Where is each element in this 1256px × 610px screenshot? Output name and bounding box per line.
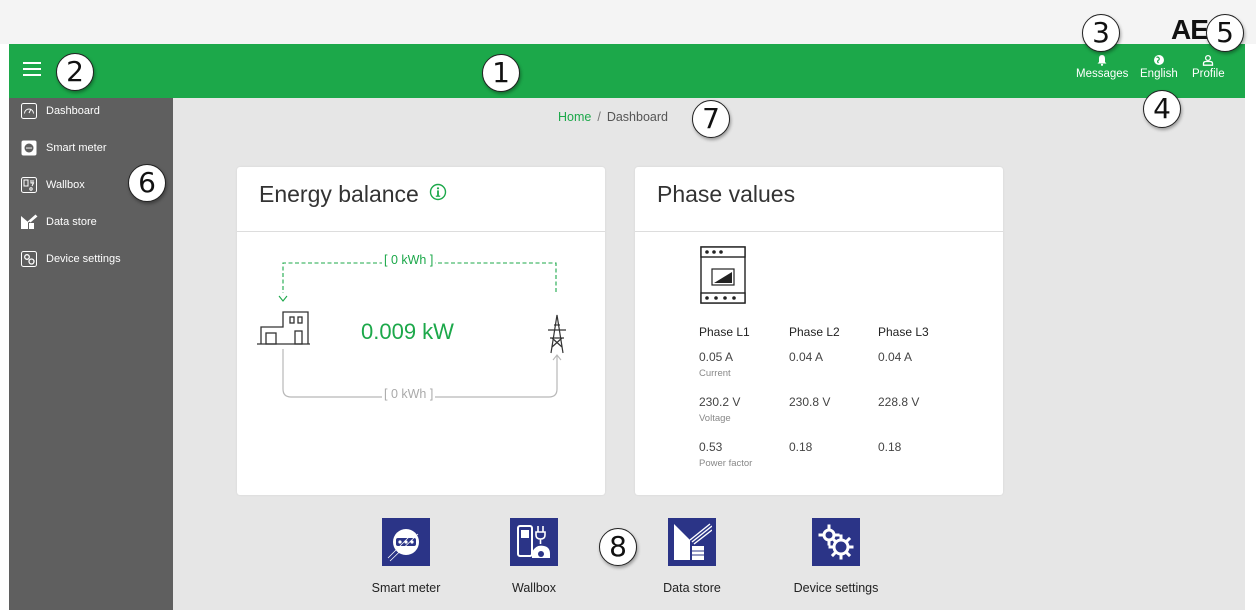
wallbox-icon [20, 176, 38, 194]
current-power-value: 0.009 kW [361, 319, 454, 344]
globe-icon [1153, 55, 1164, 65]
hamburger-line [23, 62, 41, 64]
smart-meter-icon [382, 518, 430, 566]
menu-toggle-button[interactable] [23, 62, 41, 76]
current-l1-value: 0.05 A [699, 350, 734, 364]
brand-logo: AE [1171, 14, 1209, 45]
voltage-row-label: Voltage [699, 413, 731, 424]
breadcrumb-home-link[interactable]: Home [558, 110, 591, 124]
sidebar-item-data-store[interactable]: Data store [20, 211, 97, 233]
language-selector[interactable]: English [1140, 54, 1178, 80]
callout-6: 6 [128, 164, 166, 202]
phase-l1-header: Phase L1 [699, 325, 750, 339]
header-bar: AE Messages English Profile [9, 14, 1245, 98]
user-icon [1203, 54, 1214, 66]
gears-icon [812, 518, 860, 566]
hamburger-line [23, 74, 41, 76]
current-l3-value: 0.04 A [878, 350, 913, 364]
profile-button[interactable]: Profile [1192, 54, 1225, 80]
sidebar-item-label: Device settings [46, 253, 121, 265]
power-factor-l2-value: 0.18 [789, 440, 813, 454]
callout-1: 1 [482, 54, 520, 92]
callout-3: 3 [1082, 14, 1120, 52]
tile-data-store[interactable]: Data store [632, 518, 752, 595]
data-store-icon [668, 518, 716, 566]
power-factor-l1-value: 0.53 [699, 440, 723, 454]
voltage-l2-value: 230.8 V [789, 395, 831, 409]
top-strip [0, 0, 1256, 44]
gauge-icon [20, 102, 38, 120]
energy-balance-card: Energy balance [0 kWh] 0.009 kW [0 kW… [237, 167, 605, 495]
profile-label: Profile [1192, 68, 1225, 80]
sidebar-item-label: Wallbox [46, 179, 85, 191]
sidebar-item-label: Data store [46, 216, 97, 228]
messages-label: Messages [1076, 68, 1129, 80]
callout-7: 7 [692, 100, 730, 138]
language-label: English [1140, 68, 1178, 80]
messages-button[interactable]: Messages [1076, 54, 1128, 80]
breadcrumb: Home / Dashboard [558, 110, 668, 124]
flow-top-arrow [278, 295, 288, 302]
breadcrumb-current: Dashboard [606, 110, 668, 124]
smart-meter-icon [20, 139, 38, 157]
flow-top-line [282, 262, 557, 293]
power-factor-row-label: Power factor [699, 458, 753, 469]
meter-device-icon [700, 246, 746, 304]
callout-8: 8 [599, 528, 637, 566]
card-divider [635, 231, 1003, 232]
phase-l3-header: Phase L3 [878, 325, 929, 339]
sidebar-item-dashboard[interactable]: Dashboard [20, 100, 100, 122]
voltage-l1-value: 230.2 V [699, 395, 741, 409]
wallbox-icon [510, 518, 558, 566]
grid-pylon-icon [548, 314, 566, 354]
sidebar-item-wallbox[interactable]: Wallbox [20, 174, 85, 196]
tile-device-settings[interactable]: Device settings [776, 518, 896, 595]
voltage-l3-value: 228.8 V [878, 395, 920, 409]
power-factor-l3-value: 0.18 [878, 440, 902, 454]
bell-icon [1097, 55, 1107, 66]
tile-smart-meter[interactable]: Smart meter [346, 518, 466, 595]
tile-wallbox[interactable]: Wallbox [474, 518, 594, 595]
app-window: AE Messages English Profile Dashboard Sm… [9, 14, 1245, 610]
sidebar-item-label: Smart meter [46, 142, 107, 154]
gears-icon [20, 250, 38, 268]
house-icon [257, 311, 310, 345]
tile-label: Device settings [793, 581, 879, 595]
tile-label: Wallbox [512, 581, 556, 595]
sidebar-item-device-settings[interactable]: Device settings [20, 248, 121, 270]
phase-l2-header: Phase L2 [789, 325, 840, 339]
sidebar-item-label: Dashboard [46, 105, 100, 117]
phase-values-card: Phase values Phase L1 Phase L2 Phase L3 … [635, 167, 1003, 495]
energy-top-flow-label: [ 0 kWh ] [382, 253, 436, 267]
current-row-label: Current [699, 368, 731, 379]
tile-label: Smart meter [371, 581, 441, 595]
breadcrumb-separator: / [597, 110, 601, 124]
callout-5: 5 [1206, 14, 1244, 52]
sidebar-item-smart-meter[interactable]: Smart meter [20, 137, 107, 159]
data-store-icon [20, 213, 38, 231]
energy-bottom-flow-label: [ 0 kWh ] [382, 387, 436, 401]
tile-label: Data store [663, 581, 721, 595]
callout-2: 2 [56, 53, 94, 91]
callout-4: 4 [1143, 90, 1181, 128]
hamburger-line [23, 68, 41, 70]
phase-values-title: Phase values [657, 181, 796, 207]
current-l2-value: 0.04 A [789, 350, 824, 364]
